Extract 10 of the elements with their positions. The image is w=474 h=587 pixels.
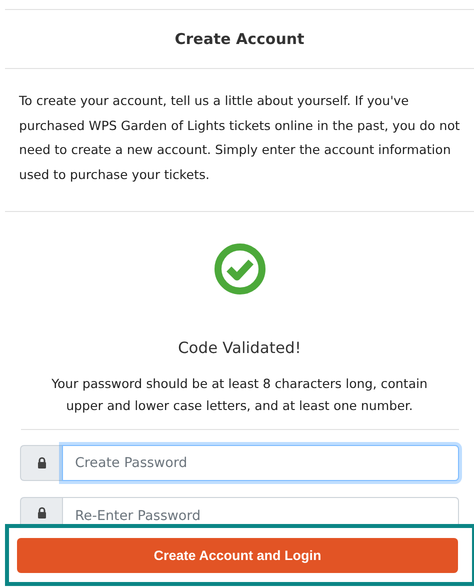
password-hint: Your password should be at least 8 characters long, contain upper and lower case letters, and at least one number. — [20, 373, 458, 430]
status-heading: Code Validated! — [178, 339, 302, 357]
lock-icon — [36, 506, 46, 518]
check-circle-icon — [214, 243, 266, 295]
card-title: Create Account — [174, 30, 304, 48]
password-field[interactable]: Create Password — [62, 445, 459, 481]
password-field[interactable]: Re-Enter Password — [62, 497, 459, 527]
lock-icon — [36, 457, 46, 469]
intro-text: To create your account, tell us a little about yourself. If you've purchased WPS Garden of Lights tickets online in the past, you do not need to create a new account. Simply enter the account information used to purchase your tickets. — [5, 69, 474, 212]
create-account-button[interactable]: Create Account and Login — [17, 538, 458, 572]
